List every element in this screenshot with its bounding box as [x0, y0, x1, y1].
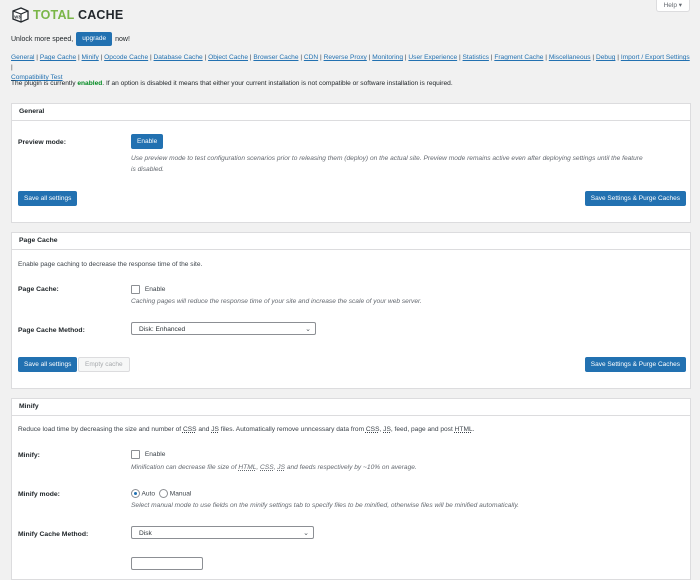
- upgrade-button[interactable]: upgrade: [76, 32, 113, 46]
- page-cache-save-all-button[interactable]: Save all settings: [18, 357, 78, 372]
- general-save-all-button[interactable]: Save all settings: [18, 191, 78, 206]
- nav-link-object-cache[interactable]: Object Cache: [208, 54, 248, 61]
- page-cache-box: Page Cache Enable page caching to decrea…: [11, 232, 691, 389]
- nav-link-user-experience[interactable]: User Experience: [408, 54, 457, 61]
- general-box-title: General: [12, 104, 690, 121]
- nav-link-browser-cache[interactable]: Browser Cache: [253, 54, 298, 61]
- upgrade-promo: Unlock more speed, upgrade now!: [11, 32, 130, 46]
- preview-enable-button[interactable]: Enable: [131, 134, 164, 149]
- minify-cache-method-select[interactable]: Disk ⌄: [131, 526, 314, 539]
- logo-word-cache: CACHE: [77, 8, 124, 22]
- minify-mode-manual-label: Manual: [169, 490, 192, 498]
- page-cache-enable-option[interactable]: Enable: [131, 285, 165, 294]
- empty-cache-button[interactable]: Empty cache: [78, 357, 130, 372]
- page-cache-enable-checkbox[interactable]: [131, 285, 140, 294]
- plugin-status: The plugin is currently enabled. If an o…: [11, 80, 453, 87]
- minify-mode-auto-radio[interactable]: [131, 489, 140, 498]
- general-box: General Preview mode: Enable Use preview…: [11, 103, 691, 223]
- minify-intro: Reduce load time by decreasing the size …: [18, 426, 475, 433]
- page-cache-intro: Enable page caching to decrease the resp…: [18, 261, 203, 268]
- minify-mode-auto-label: Auto: [141, 490, 156, 498]
- chevron-down-icon: ⌄: [303, 530, 309, 537]
- minify-mode-manual-radio[interactable]: [158, 489, 168, 498]
- minify-mode-description: Select manual mode to use fields on the …: [131, 502, 519, 509]
- logo: W3 TOTAL CACHE: [11, 6, 123, 24]
- minify-mode-options: Auto Manual: [131, 489, 191, 498]
- nav-link-general[interactable]: General: [11, 54, 34, 61]
- general-save-purge-button[interactable]: Save Settings & Purge Caches: [584, 191, 686, 206]
- nav-link-cdn[interactable]: CDN: [304, 54, 318, 61]
- page-cache-method-label: Page Cache Method:: [18, 327, 85, 334]
- nav-link-fragment-cache[interactable]: Fragment Cache: [494, 54, 543, 61]
- minify-enable-checkbox[interactable]: [131, 450, 140, 459]
- minify-box: Minify Reduce load time by decreasing th…: [11, 398, 691, 580]
- nav-link-statistics[interactable]: Statistics: [463, 54, 489, 61]
- w3tc-cube-icon: W3: [12, 7, 29, 23]
- status-enabled: enabled: [77, 80, 103, 87]
- preview-mode-description: Use preview mode to test configuration s…: [131, 155, 643, 173]
- settings-nav: General | Page Cache | Minify | Opcode C…: [11, 54, 690, 81]
- minify-mode-label: Minify mode:: [18, 491, 60, 498]
- page-cache-save-purge-button[interactable]: Save Settings & Purge Caches: [584, 357, 686, 372]
- nav-link-debug[interactable]: Debug: [596, 54, 615, 61]
- minify-enable-option[interactable]: Enable: [131, 450, 165, 459]
- minify-cache-method-label: Minify Cache Method:: [18, 531, 89, 538]
- preview-mode-label: Preview mode:: [18, 139, 66, 146]
- page-cache-box-title: Page Cache: [12, 233, 690, 250]
- svg-text:W3: W3: [14, 15, 21, 20]
- logo-word-total: TOTAL: [33, 8, 75, 22]
- chevron-down-icon: ⌄: [305, 326, 311, 333]
- nav-link-reverse-proxy[interactable]: Reverse Proxy: [324, 54, 367, 61]
- page-cache-enable-label: Enable: [144, 286, 166, 294]
- page-cache-label: Page Cache:: [18, 286, 59, 293]
- nav-link-minify[interactable]: Minify: [82, 54, 99, 61]
- minify-description: Minification can decrease file size of H…: [131, 464, 417, 471]
- nav-link-monitoring[interactable]: Monitoring: [372, 54, 403, 61]
- nav-link-page-cache[interactable]: Page Cache: [40, 54, 76, 61]
- minify-box-title: Minify: [12, 399, 690, 416]
- nav-link-opcode-cache[interactable]: Opcode Cache: [104, 54, 148, 61]
- minify-enable-label: Enable: [144, 451, 166, 459]
- page-cache-description: Caching pages will reduce the response t…: [131, 298, 422, 305]
- page-cache-method-select[interactable]: Disk: Enhanced ⌄: [131, 322, 316, 335]
- help-tab[interactable]: Help ▾: [655, 0, 690, 12]
- nav-link-database-cache[interactable]: Database Cache: [154, 54, 203, 61]
- promo-text-before: Unlock more speed,: [11, 35, 74, 43]
- nav-link-import-export[interactable]: Import / Export Settings: [621, 54, 690, 61]
- minify-label: Minify:: [18, 452, 40, 459]
- nav-link-miscellaneous[interactable]: Miscellaneous: [549, 54, 591, 61]
- promo-text-after: now!: [115, 35, 130, 43]
